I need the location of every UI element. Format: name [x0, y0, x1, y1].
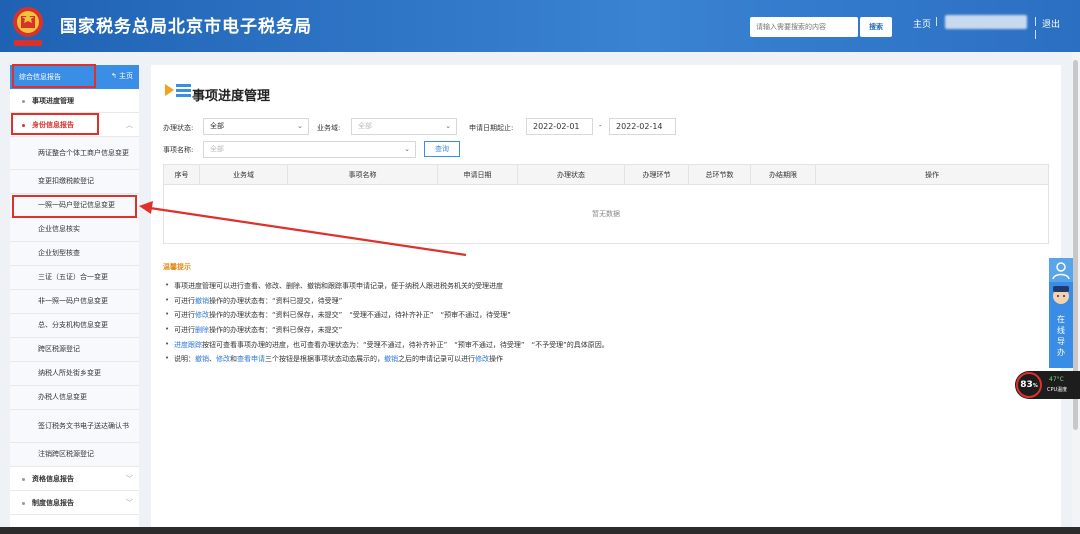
- cpu-temp-label: CPU温度: [1047, 387, 1068, 393]
- user-profile-tab[interactable]: [1049, 258, 1073, 282]
- cpu-percent-sign: %: [1032, 383, 1038, 389]
- annotation-arrow-icon: [139, 201, 467, 257]
- cpu-usage-ring: 83%: [1016, 372, 1042, 398]
- cpu-percent: 83: [1020, 380, 1033, 390]
- cpu-monitor-widget[interactable]: 83% 47°C CPU温度: [1015, 371, 1080, 399]
- taskbar: [0, 527, 1080, 534]
- user-icon: [1052, 262, 1070, 280]
- online-guide-label: 在线导办: [1057, 315, 1065, 357]
- online-guide-tab[interactable]: 在线导办: [1049, 282, 1073, 368]
- cpu-temp: 47°C: [1049, 376, 1064, 383]
- assistant-avatar-icon: [1053, 286, 1069, 304]
